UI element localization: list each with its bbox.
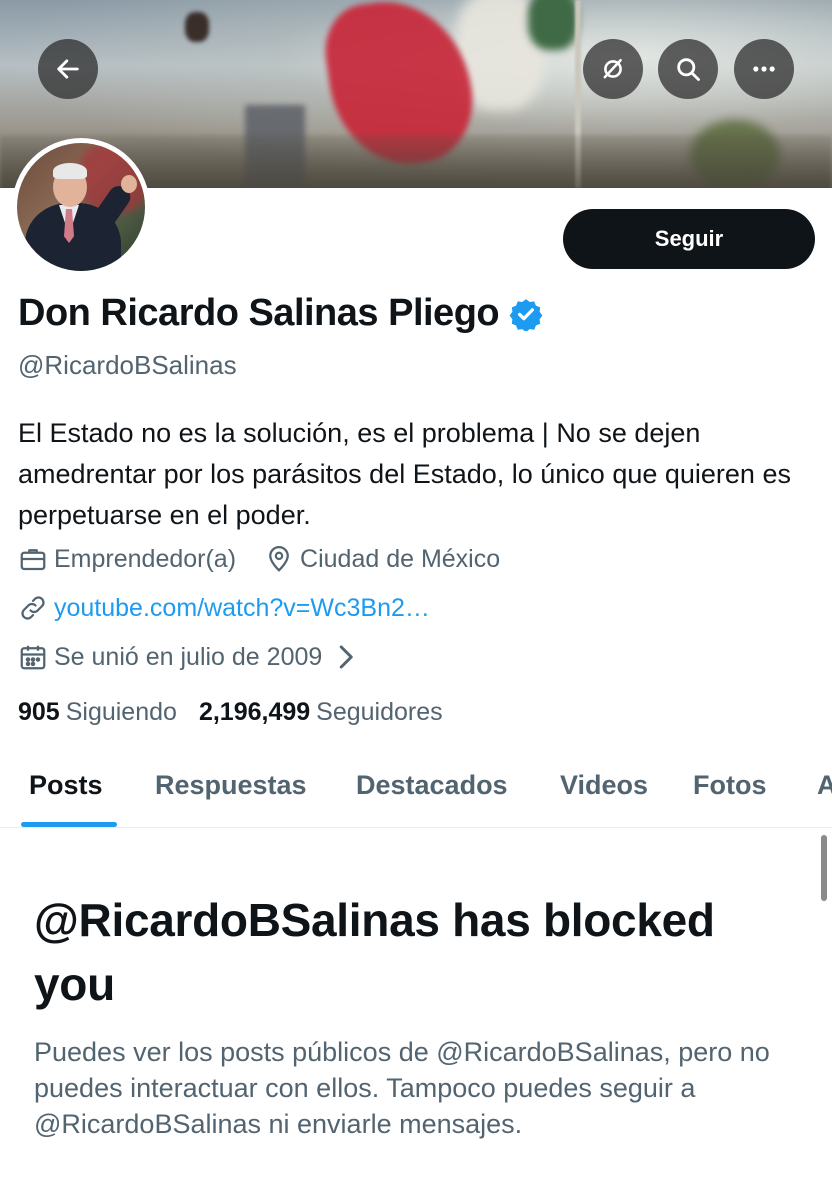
profile-stats: 905 Siguiendo 2,196,499 Seguidores [18, 698, 443, 727]
calendar-icon [20, 645, 46, 670]
active-tab-indicator [21, 822, 117, 827]
following-count: 905 [18, 698, 60, 726]
profile-name: Don Ricardo Salinas Pliego [18, 292, 500, 334]
verified-badge-icon[interactable] [509, 297, 543, 331]
grok-button[interactable] [583, 39, 643, 99]
followers-label: Seguidores [316, 698, 443, 726]
briefcase-icon [20, 549, 46, 571]
profile-bio: El Estado no es la solución, es el probl… [18, 418, 791, 530]
profile-handle: @RicardoBSalinas [18, 350, 237, 380]
tab-photos[interactable]: Fotos [693, 770, 767, 801]
profile-joined-date: Se unió en julio de 2009 [54, 642, 323, 671]
blocked-message: Puedes ver los posts públicos de @Ricard… [34, 1037, 770, 1139]
followers-count: 2,196,499 [198, 698, 311, 726]
following-stat[interactable]: 905 Siguiendo [18, 698, 177, 727]
profile-tabs: Posts Respuestas Destacados Videos Fotos… [0, 748, 832, 828]
profile-meta-joined[interactable]: Se unió en julio de 2009 [18, 642, 366, 672]
blocked-title: @RicardoBSalinas has blocked you [34, 894, 715, 1010]
tab-replies[interactable]: Respuestas [155, 770, 307, 801]
profile-website-link[interactable]: youtube.com/watch?v=Wc3Bn2… [54, 594, 430, 623]
profile-page: Seguir Don Ricardo Salinas Pliego @Ricar… [0, 0, 832, 1200]
tab-posts[interactable]: Posts [29, 770, 103, 801]
tab-more-cut[interactable]: A [817, 770, 832, 801]
more-options-button[interactable] [734, 39, 794, 99]
scrollbar[interactable] [821, 835, 827, 901]
profile-meta-website: youtube.com/watch?v=Wc3Bn2… [18, 593, 430, 623]
profile-name-row: Don Ricardo Salinas Pliego [18, 292, 543, 335]
follow-button[interactable]: Seguir [563, 209, 815, 269]
tab-highlights[interactable]: Destacados [356, 770, 508, 801]
back-arrow-icon [57, 59, 79, 79]
following-label: Siguiendo [65, 698, 177, 726]
tab-videos[interactable]: Videos [560, 770, 648, 801]
search-button[interactable] [658, 39, 718, 99]
location-pin-icon [269, 546, 289, 572]
profile-category: Emprendedor(a) [54, 544, 237, 573]
search-icon [677, 58, 700, 81]
profile-meta-category-location: Emprendedor(a) Ciudad de México [18, 544, 500, 574]
avatar[interactable] [12, 138, 150, 276]
chevron-right-icon [340, 645, 354, 669]
back-button[interactable] [38, 39, 98, 99]
more-icon [753, 66, 775, 72]
followers-stat[interactable]: 2,196,499 Seguidores [199, 698, 443, 727]
profile-location: Ciudad de México [300, 544, 501, 573]
grok-icon [603, 58, 622, 79]
link-icon [21, 596, 45, 620]
